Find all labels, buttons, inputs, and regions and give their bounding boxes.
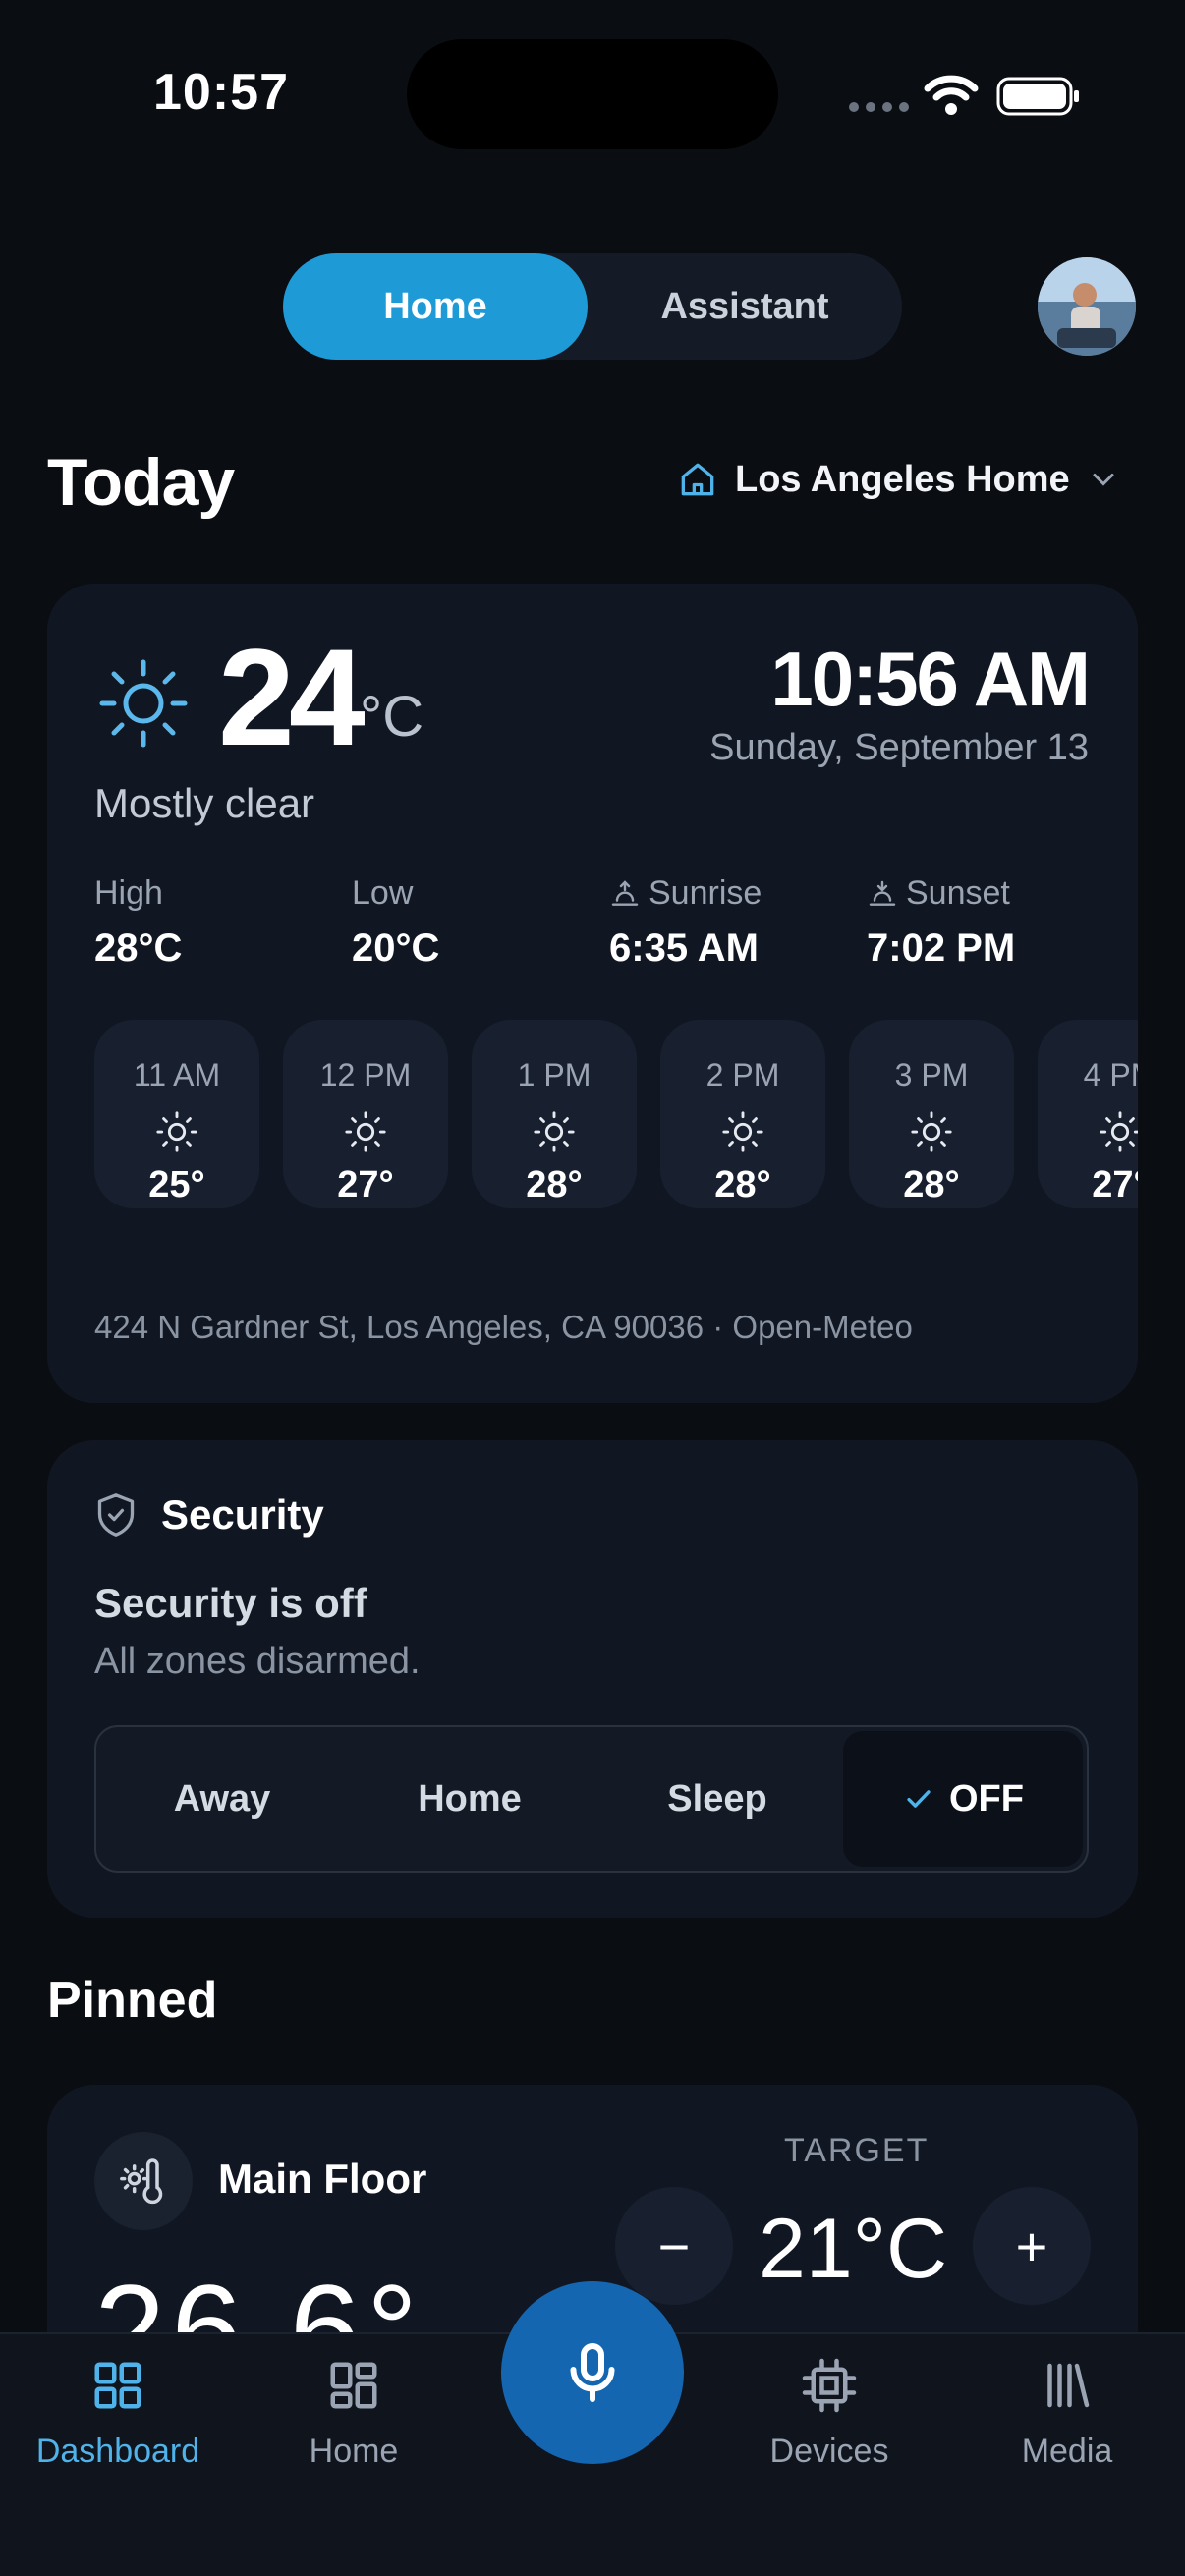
- page-title: Today: [47, 445, 235, 520]
- library-icon: [1047, 2363, 1090, 2408]
- nav-label: Home: [309, 2433, 399, 2470]
- home-icon: [681, 463, 714, 496]
- nav-media[interactable]: Media: [969, 2356, 1165, 2471]
- location-label: Los Angeles Home: [735, 458, 1070, 500]
- target-label: TARGET: [784, 2132, 930, 2169]
- location-selector[interactable]: Los Angeles Home: [676, 458, 1121, 501]
- thermostat-zone: Main Floor: [218, 2156, 427, 2202]
- thermostat-icon-badge: [94, 2132, 193, 2230]
- hourly-forecast[interactable]: 11 AM 25° 12 PM 27° 1 PM 28° 2 PM 28° 3 …: [94, 1020, 1138, 1216]
- nav-label: Devices: [769, 2433, 889, 2470]
- shield-icon: [97, 1493, 135, 1537]
- sun-icon: [911, 1111, 952, 1152]
- status-time: 10:57: [153, 64, 289, 121]
- dynamic-island: [407, 39, 778, 149]
- decrease-temp-button[interactable]: −: [615, 2187, 733, 2305]
- weather-address: 424 N Gardner St, Los Angeles, CA 90036 …: [94, 1309, 913, 1345]
- hour-card: 11 AM 25°: [94, 1020, 259, 1208]
- hour-card: 2 PM 28°: [660, 1020, 825, 1208]
- layout-icon: [330, 2362, 377, 2409]
- thermometer-sun-icon: [120, 2158, 163, 2205]
- hour-card: 3 PM 28°: [849, 1020, 1014, 1208]
- stat-low: Low 20°C: [352, 874, 439, 971]
- check-icon: [907, 1790, 931, 1808]
- stat-label: Sunrise: [649, 874, 762, 912]
- security-mode-home[interactable]: Home: [346, 1731, 593, 1867]
- nav-dashboard[interactable]: Dashboard: [20, 2356, 216, 2471]
- security-mode-sleep[interactable]: Sleep: [593, 1731, 841, 1867]
- security-state: Security is off: [94, 1580, 367, 1626]
- stat-value: 28°C: [94, 926, 183, 970]
- increase-temp-button[interactable]: +: [973, 2187, 1091, 2305]
- sunrise-icon: [611, 879, 639, 906]
- clock-date: Sunday, September 13: [709, 727, 1089, 768]
- sunset-icon: [869, 880, 896, 906]
- current-temperature: 24: [218, 620, 366, 774]
- sun-icon: [99, 659, 188, 748]
- security-subtitle: All zones disarmed.: [94, 1641, 421, 1682]
- wifi-icon: [924, 75, 979, 115]
- sun-icon: [156, 1111, 198, 1152]
- security-title: Security: [161, 1491, 324, 1538]
- security-mode-off-label: OFF: [949, 1777, 1024, 1820]
- stat-label: High: [94, 874, 163, 912]
- security-mode-away[interactable]: Away: [100, 1731, 344, 1867]
- stat-high: High 28°C: [94, 874, 182, 971]
- avatar[interactable]: [1038, 257, 1136, 356]
- stat-value: 20°C: [352, 926, 440, 970]
- chip-icon: [802, 2358, 857, 2413]
- stat-sunset: Sunset 7:02 PM: [867, 874, 1015, 971]
- battery-icon: [996, 77, 1079, 116]
- tab-home[interactable]: Home: [283, 253, 588, 360]
- stat-label: Low: [352, 874, 414, 912]
- stat-value: 6:35 AM: [609, 926, 759, 970]
- stat-sunrise: Sunrise 6:35 AM: [609, 874, 762, 971]
- pinned-heading: Pinned: [47, 1972, 218, 2029]
- nav-label: Media: [1021, 2433, 1113, 2470]
- sun-icon: [722, 1111, 763, 1152]
- target-temperature: 21°C: [759, 2202, 948, 2296]
- nav-home[interactable]: Home: [255, 2356, 452, 2471]
- chevron-down-icon: [1093, 474, 1114, 486]
- hour-card: 12 PM 27°: [283, 1020, 448, 1208]
- stat-label: Sunset: [906, 874, 1010, 912]
- voice-assistant-button[interactable]: [501, 2281, 684, 2464]
- temperature-unit: °C: [360, 685, 424, 749]
- nav-devices[interactable]: Devices: [731, 2356, 928, 2471]
- stat-value: 7:02 PM: [867, 926, 1016, 970]
- security-mode-off[interactable]: OFF: [843, 1731, 1083, 1867]
- sun-icon: [345, 1111, 386, 1152]
- hour-card: 1 PM 28°: [472, 1020, 637, 1208]
- sun-icon: [534, 1111, 575, 1152]
- grid-icon: [94, 2362, 141, 2409]
- clock-time: 10:56 AM: [770, 636, 1091, 722]
- microphone-icon: [570, 2343, 615, 2402]
- signal-icon: [849, 102, 909, 112]
- weather-condition: Mostly clear: [94, 780, 315, 826]
- sun-icon: [1100, 1111, 1138, 1152]
- nav-label: Dashboard: [35, 2433, 200, 2470]
- hour-card: 4 PM 27°: [1038, 1020, 1138, 1208]
- tab-assistant[interactable]: Assistant: [588, 253, 902, 360]
